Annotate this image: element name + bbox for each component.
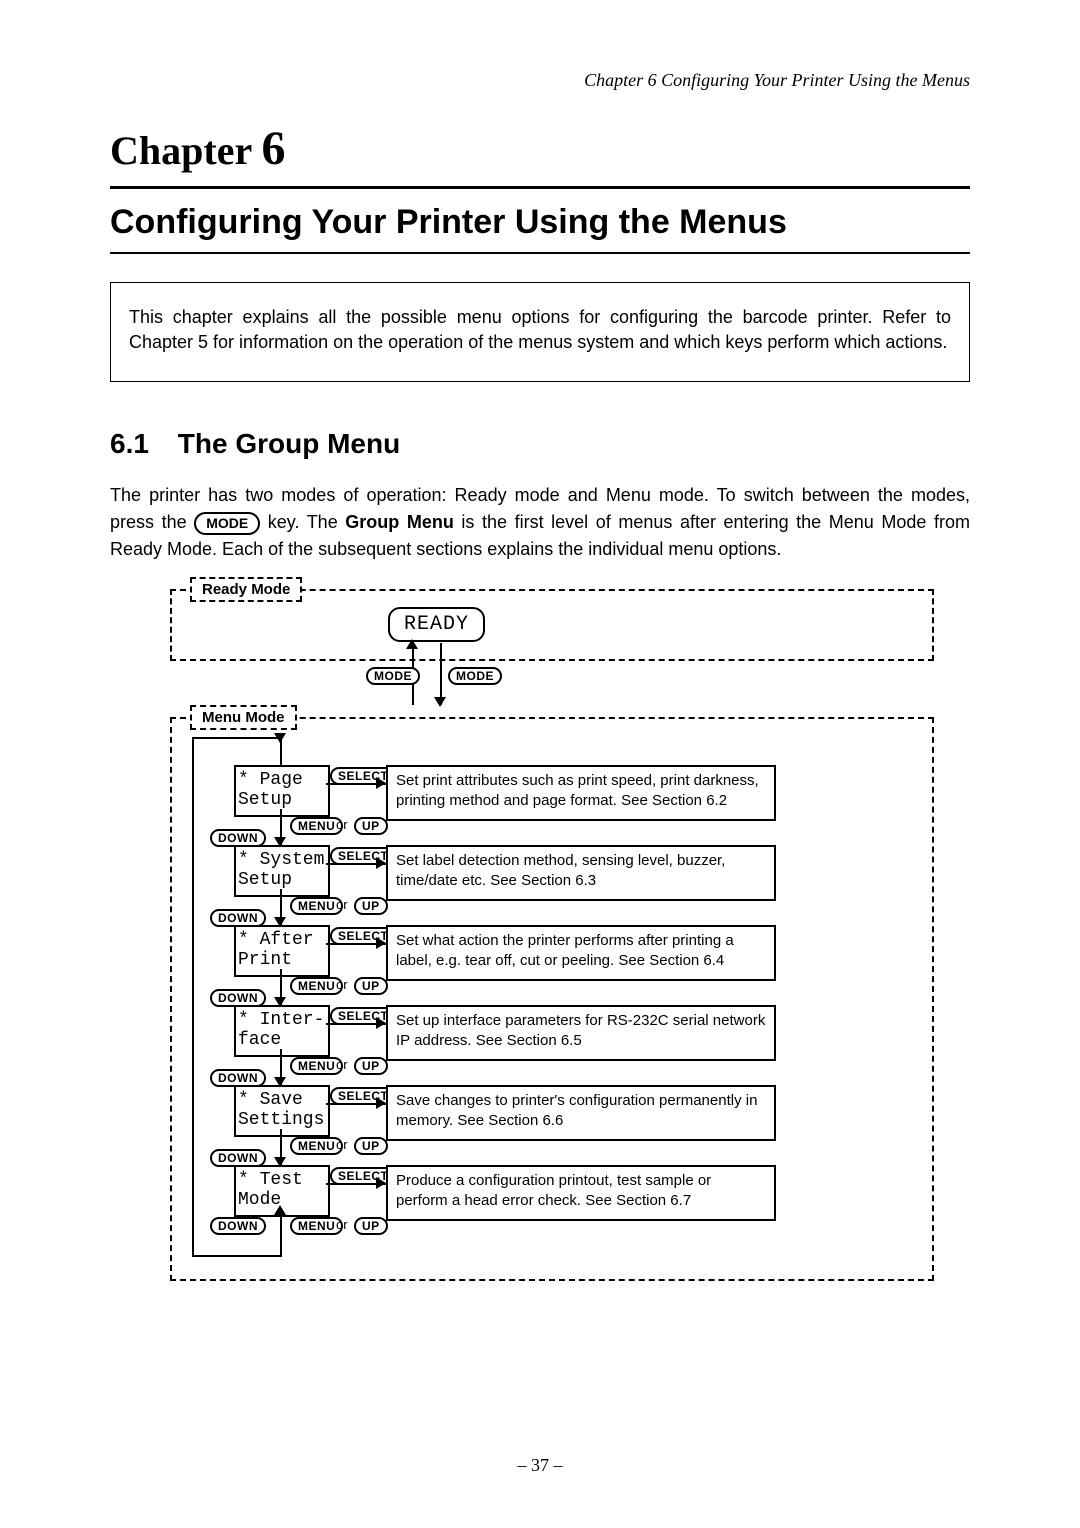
section-title: The Group Menu <box>178 428 400 459</box>
chapter-label-line: Chapter 6 <box>110 121 970 176</box>
mode-key-left: MODE <box>366 667 420 685</box>
divider-thick <box>110 186 970 189</box>
chapter-label: Chapter <box>110 128 251 173</box>
chapter-title: Configuring Your Printer Using the Menus <box>110 203 970 242</box>
menu-item-interface: * Inter- face <box>234 1005 330 1057</box>
chapter-number: 6 <box>261 122 285 175</box>
or-4: or <box>336 1057 348 1072</box>
menu-item-after-print: * After Print <box>234 925 330 977</box>
or-6: or <box>336 1217 348 1232</box>
desc-test-mode: Produce a configuration printout, test s… <box>386 1165 776 1221</box>
or-5: or <box>336 1137 348 1152</box>
mode-key-inline: MODE <box>194 512 260 536</box>
page: Chapter 6 Configuring Your Printer Using… <box>0 0 1080 1528</box>
up-key-2: UP <box>354 897 388 915</box>
up-key-1: UP <box>354 817 388 835</box>
up-key-6: UP <box>354 1217 388 1235</box>
menu-diagram: Ready Mode READY MODE MODE Menu Mode * P… <box>140 577 940 1287</box>
or-3: or <box>336 977 348 992</box>
down-key-6: DOWN <box>210 1217 266 1235</box>
divider-thin <box>110 252 970 254</box>
desc-interface: Set up interface parameters for RS-232C … <box>386 1005 776 1061</box>
menu-item-system-setup: * System Setup <box>234 845 330 897</box>
menu-item-page-setup: * Page Setup <box>234 765 330 817</box>
or-1: or <box>336 817 348 832</box>
desc-system-setup: Set label detection method, sensing leve… <box>386 845 776 901</box>
para-c: key. The <box>268 512 346 532</box>
mode-key-right: MODE <box>448 667 502 685</box>
intro-box: This chapter explains all the possible m… <box>110 282 970 382</box>
para-d-bold: Group Menu <box>345 512 454 532</box>
ready-display: READY <box>388 607 485 642</box>
desc-after-print: Set what action the printer performs aft… <box>386 925 776 981</box>
section-heading: 6.1 The Group Menu <box>110 428 970 460</box>
menu-item-save-settings: * Save Settings <box>234 1085 330 1137</box>
page-number: – 37 – <box>0 1455 1080 1476</box>
running-head: Chapter 6 Configuring Your Printer Using… <box>110 70 970 91</box>
or-2: or <box>336 897 348 912</box>
ready-mode-label: Ready Mode <box>190 577 302 602</box>
up-key-5: UP <box>354 1137 388 1155</box>
up-key-3: UP <box>354 977 388 995</box>
section-number: 6.1 <box>110 428 170 460</box>
section-paragraph: The printer has two modes of operation: … <box>110 482 970 563</box>
menu-mode-label: Menu Mode <box>190 705 297 730</box>
desc-page-setup: Set print attributes such as print speed… <box>386 765 776 821</box>
intro-text: This chapter explains all the possible m… <box>129 307 951 352</box>
desc-save-settings: Save changes to printer's configuration … <box>386 1085 776 1141</box>
up-key-4: UP <box>354 1057 388 1075</box>
